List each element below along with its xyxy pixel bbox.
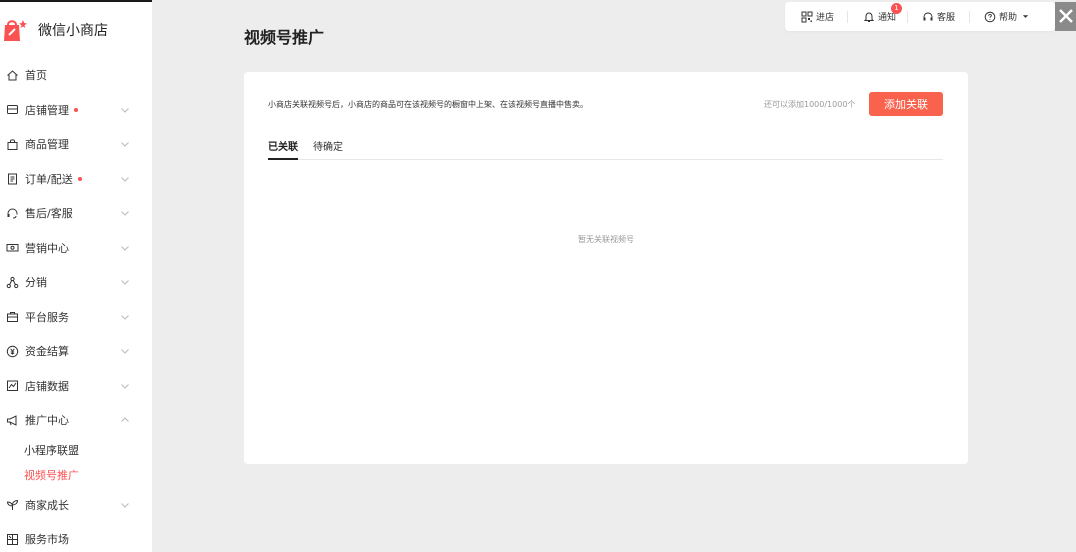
notification-badge: 1 — [891, 3, 903, 14]
sidebar-item[interactable]: 店铺数据 — [0, 369, 152, 404]
sidebar-item-label: 首页 — [25, 69, 47, 83]
qr-code-icon — [801, 11, 813, 22]
chevron-down-icon — [121, 107, 129, 113]
sidebar-item[interactable]: 订单/配送 — [0, 162, 152, 197]
shop-bag-logo-icon — [2, 17, 28, 43]
content-card: 小商店关联视频号后，小商店的商品可在该视频号的橱窗中上架、在该视频号直播中售卖。… — [244, 72, 968, 464]
chevron-down-icon — [121, 142, 129, 147]
ticket-icon — [5, 241, 19, 255]
store-icon — [5, 103, 19, 117]
chevron-down-icon — [121, 245, 129, 251]
customer-service-label: 客服 — [937, 13, 956, 23]
order-clipboard-icon — [5, 172, 19, 186]
chart-icon — [5, 379, 19, 393]
sidebar-item-label: 分销 — [25, 276, 47, 290]
question-circle-icon — [984, 11, 996, 22]
chevron-up-icon — [121, 417, 129, 423]
headset-icon — [5, 206, 19, 220]
share-nodes-icon — [5, 275, 19, 289]
megaphone-icon — [5, 413, 19, 427]
red-dot-indicator — [74, 107, 78, 112]
sidebar-item-label: 营销中心 — [25, 241, 69, 255]
chevron-down-icon — [121, 176, 129, 182]
sidebar-item[interactable]: 商品管理 — [0, 127, 152, 162]
chevron-down-icon — [121, 314, 129, 320]
app-title: 微信小商店 — [38, 23, 108, 39]
promotion-submenu: 小程序联盟 视频号推广 — [0, 438, 152, 488]
remaining-quota: 还可以添加1000/1000个 — [764, 100, 856, 109]
sidebar-item-label: 订单/配送 — [25, 172, 73, 186]
sidebar-item[interactable]: 分销 — [0, 265, 152, 300]
divider — [847, 10, 849, 23]
enter-store-button[interactable]: 进店 — [801, 10, 834, 23]
sidebar-item-label: 推广中心 — [25, 414, 69, 428]
submenu-item[interactable]: 视频号推广 — [0, 463, 152, 488]
sidebar-menu: 首页店铺管理商品管理订单/配送售后/客服营销中心分销平台服务资金结算店铺数据推广… — [0, 58, 152, 552]
help-label: 帮助 — [999, 13, 1018, 23]
customer-service-button[interactable]: 客服 — [922, 10, 955, 23]
close-icon — [1059, 9, 1073, 23]
enter-store-label: 进店 — [816, 13, 835, 23]
sidebar-item-label: 服务市场 — [25, 533, 69, 547]
tab-pending[interactable]: 待确定 — [313, 138, 343, 160]
yen-circle-icon — [5, 344, 19, 358]
red-dot-indicator — [77, 176, 82, 181]
sidebar-item-label: 平台服务 — [25, 310, 69, 324]
sidebar-item-label: 店铺管理 — [25, 103, 69, 117]
chevron-down-icon — [121, 280, 129, 285]
top-toolbar: 进店 通知 1 客服 帮助 — [785, 2, 1055, 31]
home-icon — [5, 68, 19, 82]
sidebar-item[interactable]: 资金结算 — [0, 334, 152, 369]
tab-linked[interactable]: 已关联 — [268, 138, 298, 160]
close-button[interactable] — [1055, 2, 1076, 31]
chevron-down-icon — [121, 383, 129, 389]
caret-down-icon — [1022, 15, 1029, 18]
market-grid-icon — [5, 532, 19, 546]
sidebar-item-label: 商品管理 — [25, 138, 69, 152]
shopping-bag-icon — [5, 137, 19, 151]
briefcase-icon — [5, 310, 19, 324]
sidebar-item[interactable]: 首页 — [0, 58, 152, 93]
sidebar-item[interactable]: 推广中心 — [0, 403, 152, 438]
divider — [969, 10, 971, 23]
sidebar-item[interactable]: 服务市场 — [0, 522, 152, 552]
app-root: 微信小商店 首页店铺管理商品管理订单/配送售后/客服营销中心分销平台服务资金结算… — [0, 0, 1076, 552]
help-dropdown[interactable]: 帮助 — [984, 10, 1032, 23]
notice-text: 小商店关联视频号后，小商店的商品可在该视频号的橱窗中上架、在该视频号直播中售卖。 — [268, 100, 588, 109]
empty-state-text: 暂无关联视频号 — [578, 235, 634, 244]
sprout-icon — [5, 498, 19, 512]
page-title: 视频号推广 — [244, 28, 325, 47]
bell-icon — [863, 11, 875, 22]
sidebar-item[interactable]: 店铺管理 — [0, 93, 152, 128]
sidebar-item-label: 店铺数据 — [25, 379, 69, 393]
sidebar-item-label: 商家成长 — [25, 498, 69, 512]
chevron-down-icon — [121, 349, 129, 354]
sidebar-item[interactable]: 售后/客服 — [0, 196, 152, 231]
sidebar-item[interactable]: 平台服务 — [0, 300, 152, 335]
sidebar: 微信小商店 首页店铺管理商品管理订单/配送售后/客服营销中心分销平台服务资金结算… — [0, 0, 152, 552]
sidebar-item[interactable]: 商家成长 — [0, 488, 152, 523]
chevron-down-icon — [121, 211, 129, 216]
add-link-button[interactable]: 添加关联 — [869, 92, 943, 116]
logo-row: 微信小商店 — [0, 2, 152, 58]
sidebar-item[interactable]: 营销中心 — [0, 231, 152, 266]
chevron-down-icon — [121, 502, 129, 508]
sidebar-item-label: 资金结算 — [25, 345, 69, 359]
sidebar-item-label: 售后/客服 — [25, 207, 73, 221]
notifications-button[interactable]: 通知 1 — [863, 3, 903, 23]
submenu-item[interactable]: 小程序联盟 — [0, 438, 152, 463]
tab-bar: 已关联 待确定 — [268, 138, 943, 160]
divider — [907, 10, 909, 23]
headset-icon — [923, 11, 933, 20]
